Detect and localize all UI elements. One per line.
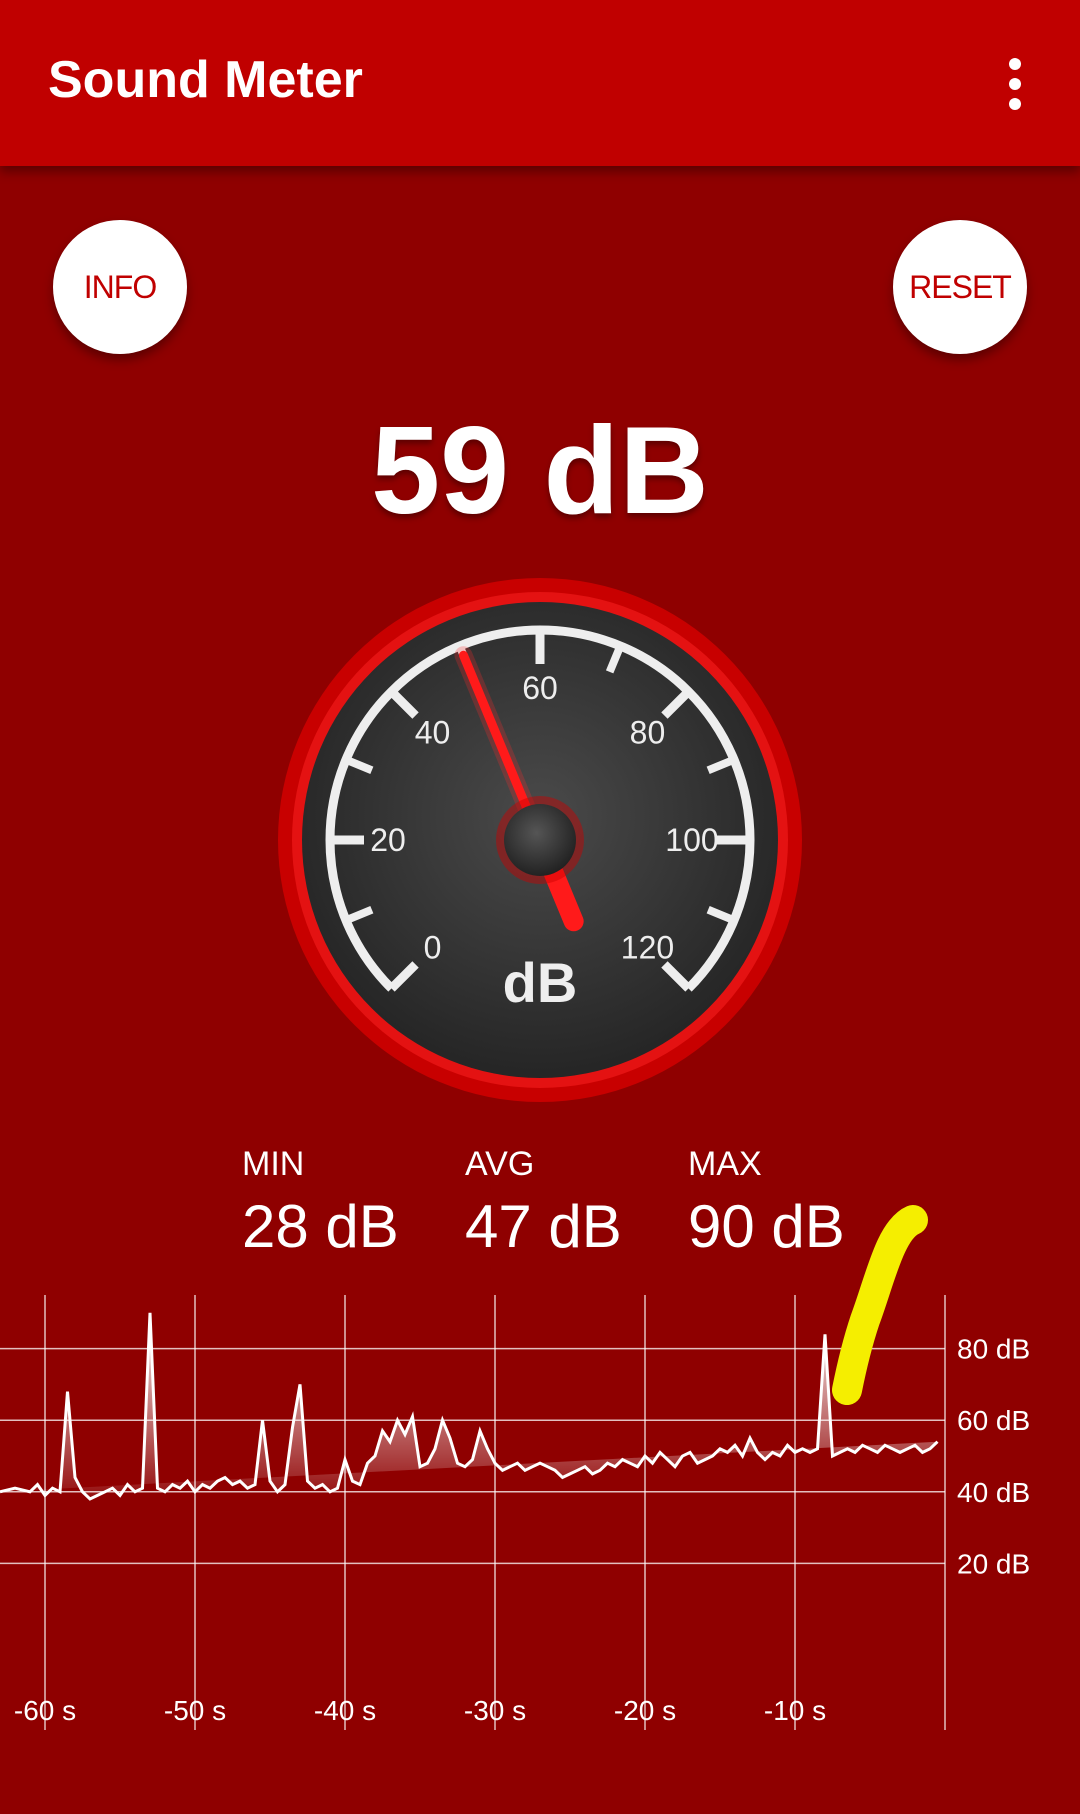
menu-dot [1009, 78, 1021, 90]
x-tick-label: -60 s [14, 1695, 76, 1726]
history-area [0, 1312, 938, 1499]
avg-stat: AVG 47 dB [465, 1145, 622, 1261]
min-label: MIN [242, 1145, 305, 1183]
y-tick-label: 100 dB [957, 1290, 1046, 1293]
gauge-tick-label: 0 [424, 929, 442, 965]
current-reading: 59 dB [371, 402, 709, 540]
y-tick-label: 40 dB [957, 1477, 1030, 1508]
x-tick-label: -40 s [314, 1695, 376, 1726]
gauge-tick-label: 100 [665, 822, 718, 858]
menu-dot [1009, 58, 1021, 70]
avg-value: 47 dB [465, 1193, 622, 1260]
gauge-tick-label: 60 [522, 670, 558, 706]
reset-button[interactable]: RESET [893, 220, 1027, 354]
gauge-tick-label: 20 [370, 822, 406, 858]
gauge-tick-label: 40 [415, 715, 451, 751]
max-label: MAX [688, 1145, 762, 1183]
y-tick-label: 20 dB [957, 1548, 1030, 1579]
gauge-tick-label: 80 [630, 715, 666, 751]
history-line [0, 1312, 939, 1501]
x-tick-label: -10 s [764, 1695, 826, 1726]
highlight-annotation [832, 1205, 928, 1405]
y-tick-label: 80 dB [957, 1334, 1030, 1365]
min-stat: MIN 28 dB [242, 1145, 399, 1261]
more-vert-icon[interactable] [990, 52, 1040, 116]
gauge-tick-label: 120 [621, 929, 674, 965]
app-title: Sound Meter [48, 51, 363, 109]
x-tick-label: -20 s [614, 1695, 676, 1726]
gauge-dial: 0 20 40 60 80 100 120 dB [278, 578, 802, 1102]
avg-label: AVG [465, 1145, 535, 1183]
x-tick-label: -50 s [164, 1695, 226, 1726]
gauge-hub [504, 804, 576, 876]
gauge-unit-label: dB [503, 951, 578, 1014]
menu-dot [1009, 98, 1021, 110]
min-value: 28 dB [242, 1193, 399, 1260]
gauge: 0 20 40 60 80 100 120 dB [270, 570, 810, 1110]
app-bar: Sound Meter [0, 0, 1080, 166]
x-tick-label: -30 s [464, 1695, 526, 1726]
info-button[interactable]: INFO [53, 220, 187, 354]
y-tick-label: 60 dB [957, 1405, 1030, 1436]
